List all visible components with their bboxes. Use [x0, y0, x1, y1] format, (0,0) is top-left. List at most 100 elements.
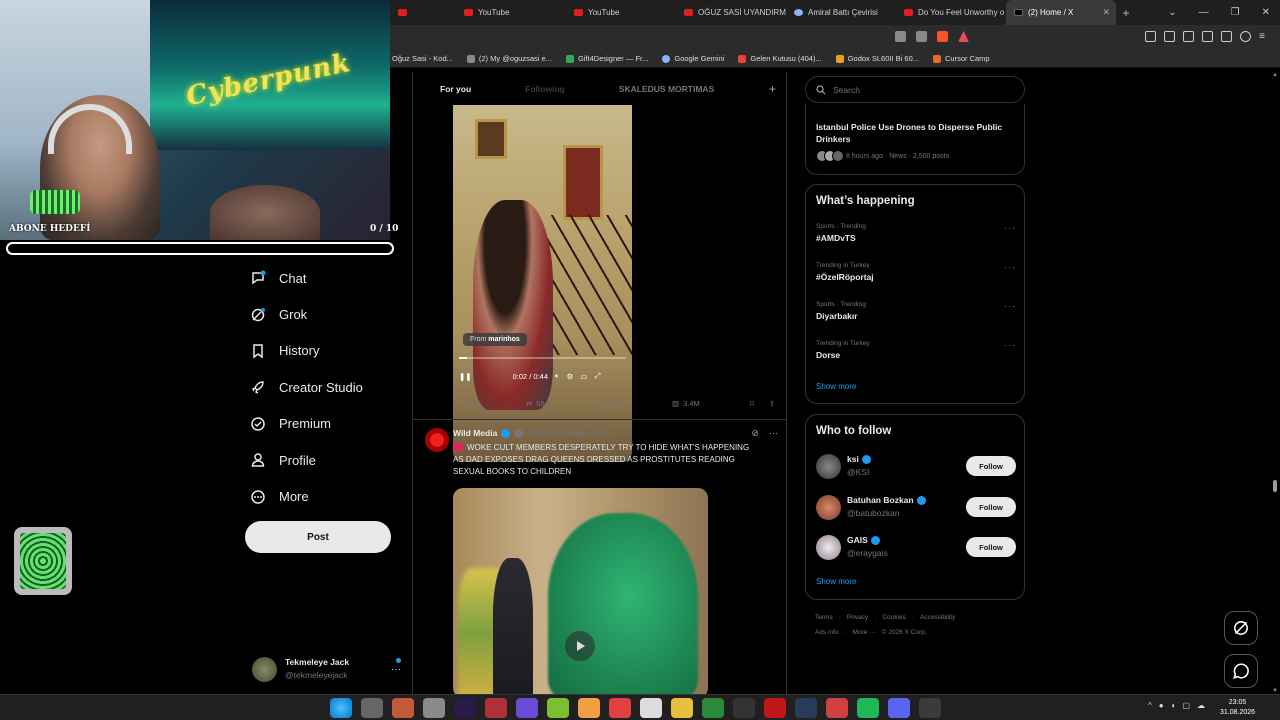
nav-item-grok[interactable]: Grok: [250, 296, 400, 332]
trend-item[interactable]: Sports · Trending Diyarbakır ···: [816, 301, 1016, 321]
app-icon[interactable]: [578, 698, 600, 718]
search-input[interactable]: Search: [805, 76, 1025, 103]
file-explorer-icon[interactable]: [671, 698, 693, 718]
music-icon[interactable]: [1164, 31, 1175, 42]
add-tab-icon[interactable]: +: [769, 82, 776, 96]
more-icon[interactable]: ···: [1004, 301, 1016, 311]
volume-icon[interactable]: 🔈︎: [555, 371, 560, 381]
microphone-icon[interactable]: ●: [1159, 701, 1164, 710]
restore-button[interactable]: ❐: [1231, 7, 1240, 18]
more-icon[interactable]: ···: [1004, 340, 1016, 350]
tab-following[interactable]: Following: [498, 84, 592, 94]
app-icon[interactable]: [640, 698, 662, 718]
app-icon[interactable]: [547, 698, 569, 718]
author-handle[interactable]: @FightStorage: [527, 428, 584, 438]
follow-suggestion[interactable]: Batuhan Bozkan @batubozkan Follow: [816, 492, 1016, 522]
browser-tab[interactable]: YouTube: [566, 0, 676, 25]
more-icon[interactable]: ···: [769, 428, 778, 439]
pip-icon[interactable]: ▭: [580, 372, 587, 381]
browser-tab[interactable]: Amiral Battı Çevirisi: [786, 0, 896, 25]
sidebar-icon[interactable]: [1183, 31, 1194, 42]
bookmark[interactable]: Godox SL60II Bi 60...: [835, 54, 919, 63]
app-icon[interactable]: [516, 698, 538, 718]
video-source-badge[interactable]: From marinhos: [463, 333, 527, 346]
discord-icon[interactable]: [888, 698, 910, 718]
new-tab-button[interactable]: +: [1116, 6, 1136, 20]
vpn-icon[interactable]: [1240, 31, 1251, 42]
post-video[interactable]: [453, 488, 708, 694]
app-icon[interactable]: [609, 698, 631, 718]
scroll-up-icon[interactable]: ▲: [1272, 72, 1278, 78]
bookmark[interactable]: (2) My @oguzsasi e...: [466, 54, 552, 63]
follow-button[interactable]: Follow: [966, 456, 1016, 476]
brave-rewards-icon[interactable]: [958, 31, 969, 42]
follow-suggestion[interactable]: ksi @KSI Follow: [816, 451, 1016, 481]
epic-games-icon[interactable]: [733, 698, 755, 718]
repost-button[interactable]: ⇄ 654: [526, 399, 599, 408]
xbox-icon[interactable]: [702, 698, 724, 718]
wallet-icon[interactable]: [1202, 31, 1213, 42]
scrollbar[interactable]: ▲ ▼: [1272, 72, 1278, 694]
extensions-icon[interactable]: [1145, 31, 1156, 42]
follow-button[interactable]: Follow: [966, 497, 1016, 517]
bookmark[interactable]: Gelen Kutusu (404)...: [738, 54, 822, 63]
start-icon[interactable]: [330, 698, 352, 718]
news-card[interactable]: Istanbul Police Use Drones to Disperse P…: [805, 104, 1025, 175]
messages-float-button[interactable]: [1224, 654, 1258, 688]
cloud-icon[interactable]: ☁︎: [1197, 701, 1205, 710]
bookmark[interactable]: Cursor Camp: [933, 54, 990, 63]
minimize-button[interactable]: —: [1199, 7, 1209, 18]
trend-item[interactable]: Trending in Turkey #ÖzelRöportaj ···: [816, 262, 1016, 282]
footer-link[interactable]: More ···: [853, 629, 876, 636]
leo-icon[interactable]: [1221, 31, 1232, 42]
brave-icon[interactable]: [919, 698, 941, 718]
trend-item[interactable]: Sports · Trending #AMDvTS ···: [816, 223, 1016, 243]
more-icon[interactable]: ···: [1004, 262, 1016, 272]
nav-item-chat[interactable]: Chat: [250, 260, 400, 296]
close-window-button[interactable]: ✕: [1262, 7, 1270, 18]
scrollbar-thumb[interactable]: [1273, 480, 1277, 492]
app-icon[interactable]: [392, 698, 414, 718]
nav-item-more[interactable]: More: [250, 478, 400, 514]
browser-tab[interactable]: YouTube: [456, 0, 566, 25]
app-icon[interactable]: [485, 698, 507, 718]
follow-button[interactable]: Follow: [966, 537, 1016, 557]
like-button[interactable]: ♡ 17K: [599, 399, 672, 408]
bookmark-button[interactable]: ⌑: [750, 399, 769, 408]
address-bar[interactable]: ≡: [390, 25, 1280, 50]
footer-link[interactable]: Terms: [815, 614, 833, 621]
post-age[interactable]: 23h: [595, 428, 609, 438]
follow-suggestion[interactable]: GAIS @eraygais Follow: [816, 532, 1016, 562]
tab-search-icon[interactable]: ⌄: [1168, 7, 1176, 18]
reply-button[interactable]: ○ 668: [453, 399, 526, 408]
video-player[interactable]: From marinhos ❚❚ 0:02 / 0:44 🔈︎ ⚙︎ ▭ ⤢: [453, 105, 632, 462]
bookmark[interactable]: Oğuz Sasi - Kod...: [392, 54, 453, 63]
translate-icon[interactable]: [895, 31, 906, 42]
keyboard-icon[interactable]: [423, 698, 445, 718]
netflix-icon[interactable]: [764, 698, 786, 718]
fullscreen-icon[interactable]: ⤢: [594, 371, 600, 381]
nav-item-profile[interactable]: Profile: [250, 442, 400, 478]
more-icon[interactable]: ···: [391, 664, 401, 675]
browser-tab[interactable]: Do You Feel Unworthy o: [896, 0, 1006, 25]
brave-shield-icon[interactable]: [937, 31, 948, 42]
chevron-up-icon[interactable]: ^: [1148, 701, 1152, 710]
footer-link[interactable]: Accessibility: [920, 614, 955, 621]
chrome-icon[interactable]: [826, 698, 848, 718]
close-tab-icon[interactable]: ✕: [1102, 7, 1110, 18]
play-icon[interactable]: [565, 631, 595, 661]
trend-item[interactable]: Trending in Turkey Dorse ···: [816, 340, 1016, 360]
browser-tab-active[interactable]: (2) Home / X ✕: [1006, 0, 1116, 25]
spotify-icon[interactable]: [857, 698, 879, 718]
display-icon[interactable]: ▢: [1182, 701, 1190, 710]
author-name[interactable]: Wild Media: [453, 428, 497, 438]
browser-tab[interactable]: [390, 0, 456, 25]
task-view-icon[interactable]: [361, 698, 383, 718]
premiere-icon[interactable]: [454, 698, 476, 718]
browser-tab[interactable]: OĞUZ SASİ UYANDIRMA: [676, 0, 786, 25]
show-more-link[interactable]: Show more: [816, 382, 856, 391]
footer-link[interactable]: Ads info: [815, 629, 839, 636]
show-more-link[interactable]: Show more: [816, 577, 856, 586]
nav-item-creator-studio[interactable]: Creator Studio: [250, 369, 400, 405]
clock[interactable]: 23:05 31.08.2026: [1220, 698, 1255, 718]
